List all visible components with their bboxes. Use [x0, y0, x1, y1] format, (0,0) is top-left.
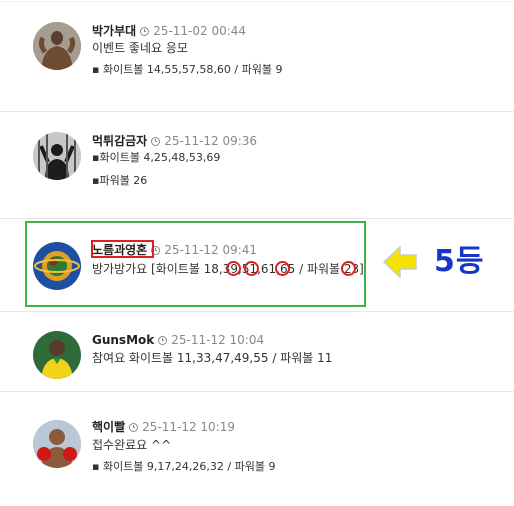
boxer-avatar-icon[interactable] — [33, 420, 81, 468]
number-circle-mark — [341, 261, 356, 276]
number-circle-mark — [275, 261, 290, 276]
post-divider — [0, 218, 514, 219]
post-divider — [0, 111, 514, 112]
author-name[interactable]: 먹튀감금자 — [92, 134, 147, 148]
number-circle-mark — [244, 261, 259, 276]
author-name[interactable]: GunsMok — [92, 333, 154, 347]
prisoner-avatar-icon[interactable] — [33, 132, 81, 180]
clock-icon — [158, 336, 168, 345]
post-divider — [0, 311, 514, 312]
rank-label: 5등 — [434, 244, 485, 279]
comment-header: 박가부대 25-11-02 00:44 — [92, 23, 246, 39]
comment-header: GunsMok 25-11-12 10:04 — [92, 332, 264, 348]
comment-text: 이벤트 좋네요 응모 — [92, 41, 188, 55]
comment-date: 25-11-12 09:36 — [164, 134, 258, 148]
comment-date: 25-11-12 09:41 — [164, 243, 258, 257]
comment-header: 핵이빨 25-11-12 10:19 — [92, 419, 235, 435]
clock-icon — [129, 423, 139, 432]
comment-header: 먹튀감금자 25-11-12 09:36 — [92, 133, 257, 149]
author-name[interactable]: 핵이빨 — [92, 420, 125, 434]
bodybuilder-avatar-icon[interactable] — [33, 22, 81, 70]
soccer-player-avatar-icon[interactable] — [33, 331, 81, 379]
name-highlight-box — [91, 240, 154, 258]
left-arrow-icon — [383, 245, 417, 279]
comment-numbers: ▪ 화이트볼 14,55,57,58,60 / 파워볼 9 — [92, 63, 283, 76]
post-divider — [0, 391, 514, 392]
comment-text: 접수완료요 ^^ — [92, 438, 172, 452]
comment-numbers: ▪화이트볼 4,25,48,53,69 — [92, 151, 221, 164]
planet-avatar-icon[interactable] — [33, 242, 81, 290]
number-circle-mark — [226, 261, 241, 276]
comment-date: 25-11-12 10:04 — [171, 333, 265, 347]
comment-date: 25-11-12 10:19 — [142, 420, 235, 434]
post-divider — [0, 1, 514, 2]
comment-numbers: ▪파워볼 26 — [92, 174, 148, 187]
comment-numbers: ▪ 화이트볼 9,17,24,26,32 / 파워볼 9 — [92, 460, 276, 473]
clock-icon — [151, 137, 161, 146]
comment-text: 참여요 화이트볼 11,33,47,49,55 / 파워볼 11 — [92, 351, 333, 365]
author-name[interactable]: 박가부대 — [92, 24, 136, 38]
comment-date: 25-11-02 00:44 — [153, 24, 247, 38]
clock-icon — [140, 27, 150, 36]
